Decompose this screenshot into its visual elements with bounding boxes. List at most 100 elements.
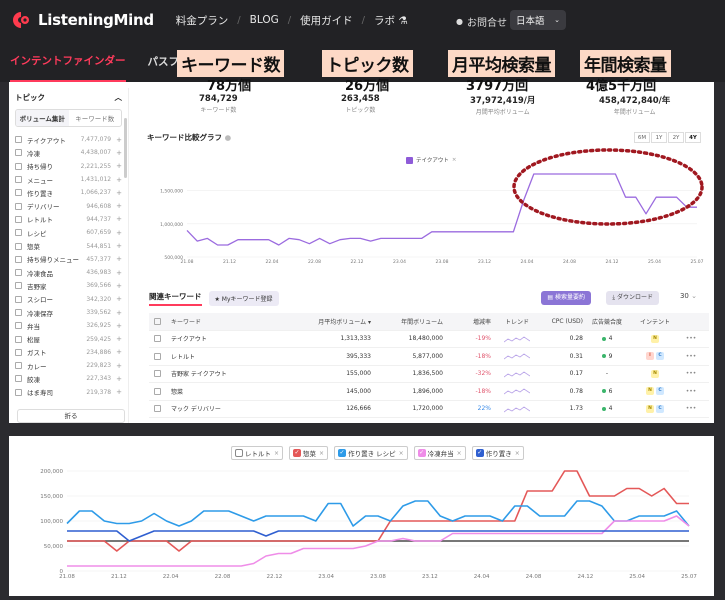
keyword-cell[interactable]: マック デリバリー <box>171 404 299 413</box>
plus-icon[interactable]: + <box>116 215 122 223</box>
plus-icon[interactable]: + <box>116 242 122 250</box>
checkbox[interactable] <box>15 229 22 237</box>
table-row[interactable]: レトルト 395,333 5,877,000 -18% 0.31 9 I C ••• <box>149 348 709 366</box>
plus-icon[interactable]: + <box>116 189 122 197</box>
sidebar-topic-item[interactable]: メニュー 1,431,012 + <box>9 173 128 186</box>
checkbox[interactable] <box>15 388 22 396</box>
checkbox[interactable] <box>15 189 22 197</box>
checkbox[interactable] <box>15 295 22 303</box>
more-icon[interactable]: ••• <box>679 370 703 377</box>
chevron-up-icon[interactable]: ︿ <box>115 92 123 103</box>
sidebar-topic-item[interactable]: 弁当 326,925 + <box>9 319 128 332</box>
checkbox[interactable] <box>15 335 22 343</box>
sidebar-topic-item[interactable]: 作り置き 1,066,237 + <box>9 186 128 199</box>
col-growth[interactable]: 増減率 <box>443 317 491 326</box>
sidebar-topic-item[interactable]: レシピ 607,659 + <box>9 226 128 239</box>
select-all-checkbox[interactable] <box>154 317 161 325</box>
checkbox[interactable] <box>15 215 22 223</box>
sidebar-topic-item[interactable]: 惣菜 544,851 + <box>9 239 128 252</box>
keyword-cell[interactable]: テイクアウト <box>171 334 299 343</box>
nav-blog[interactable]: BLOG <box>250 14 279 26</box>
col-monthly[interactable]: 月平均ボリューム ▾ <box>299 317 371 326</box>
col-competition[interactable]: 広告競合度 <box>583 317 631 326</box>
table-row[interactable]: 惣菜 145,000 1,896,000 -18% 0.78 6 N C ••• <box>149 383 709 401</box>
my-keyword-button[interactable]: ★ Myキーワード登録 <box>208 290 279 306</box>
tab-volume[interactable]: ボリューム集計 <box>16 110 69 126</box>
sidebar-topic-item[interactable]: 冷凍保存 339,562 + <box>9 306 128 319</box>
checkbox[interactable] <box>15 162 22 170</box>
sidebar-topic-item[interactable]: 冷凍 4,438,007 + <box>9 146 128 159</box>
row-checkbox[interactable] <box>154 387 161 395</box>
checkbox[interactable] <box>15 282 22 290</box>
sidebar-topic-item[interactable]: 冷凍食品 436,983 + <box>9 266 128 279</box>
sidebar-topic-item[interactable]: はま寿司 219,378 + <box>9 386 128 399</box>
plus-icon[interactable]: + <box>116 202 122 210</box>
checkbox[interactable] <box>15 242 22 250</box>
checkbox[interactable] <box>15 176 22 184</box>
plus-icon[interactable]: + <box>116 176 122 184</box>
keyword-cell[interactable]: 惣菜 <box>171 387 299 396</box>
sidebar-topic-item[interactable]: 餃凍 227,343 + <box>9 372 128 385</box>
plus-icon[interactable]: + <box>116 282 122 290</box>
logo[interactable]: ListeningMind <box>10 11 154 29</box>
sidebar-topic-item[interactable]: ガスト 234,886 + <box>9 346 128 359</box>
keyword-cell[interactable]: レトルト <box>171 352 299 361</box>
sidebar-topic-item[interactable]: 持ち帰りメニュー 457,377 + <box>9 253 128 266</box>
row-checkbox[interactable] <box>154 370 161 378</box>
checkbox[interactable] <box>15 255 22 263</box>
more-icon[interactable]: ••• <box>679 405 703 412</box>
plus-icon[interactable]: + <box>116 309 122 317</box>
sidebar-scrollbar[interactable] <box>124 118 127 178</box>
row-checkbox[interactable] <box>154 405 161 413</box>
more-icon[interactable]: ••• <box>679 335 703 342</box>
tab-intent-finder[interactable]: インテントファインダー <box>10 40 126 82</box>
plus-icon[interactable]: + <box>116 229 122 237</box>
table-row[interactable]: マック デリバリー 126,666 1,720,000 22% 1.73 4 N C ••• <box>149 401 709 418</box>
language-select[interactable]: 日本語 ⌄ <box>510 10 566 30</box>
page-size-select[interactable]: 30 ⌄ <box>680 292 697 300</box>
checkbox[interactable] <box>15 269 22 277</box>
contact-link[interactable]: ● お問合せ <box>456 14 507 29</box>
checkbox[interactable] <box>15 149 22 157</box>
plus-icon[interactable]: + <box>116 362 122 370</box>
checkbox[interactable] <box>15 348 22 356</box>
table-row[interactable]: テイクアウト 1,313,333 18,480,000 -19% 0.28 4 N ••• <box>149 331 709 348</box>
more-icon[interactable]: ••• <box>679 388 703 395</box>
checkbox[interactable] <box>15 322 22 330</box>
plus-icon[interactable]: + <box>116 295 122 303</box>
sidebar-topic-item[interactable]: レトルト 944,737 + <box>9 213 128 226</box>
plus-icon[interactable]: + <box>116 162 122 170</box>
plus-icon[interactable]: + <box>116 388 122 396</box>
sidebar-topic-item[interactable]: 持ち帰り 2,221,255 + <box>9 160 128 173</box>
sidebar-topic-item[interactable]: カレー 229,823 + <box>9 359 128 372</box>
checkbox[interactable] <box>15 362 22 370</box>
plus-icon[interactable]: + <box>116 269 122 277</box>
summary-button[interactable]: ▤ 検索量要約 <box>541 291 591 305</box>
plus-icon[interactable]: + <box>116 255 122 263</box>
plus-icon[interactable]: + <box>116 136 122 144</box>
download-button[interactable]: ⤓ ダウンロード <box>606 291 659 305</box>
col-cpc[interactable]: CPC (USD) <box>543 318 583 325</box>
checkbox[interactable] <box>15 309 22 316</box>
col-yearly[interactable]: 年間ボリューム <box>371 317 443 326</box>
table-row[interactable]: 吉野家 テイクアウト 155,000 1,836,500 -32% 0.17 - N ••• <box>149 366 709 383</box>
row-checkbox[interactable] <box>154 335 161 343</box>
sidebar-topic-item[interactable]: 松屋 259,425 + <box>9 332 128 345</box>
plus-icon[interactable]: + <box>116 375 122 383</box>
checkbox[interactable] <box>15 375 22 383</box>
nav-lab[interactable]: ラボ ⚗ <box>374 13 408 28</box>
tab-keyword-count[interactable]: キーワード数 <box>69 110 122 126</box>
sidebar-topic-item[interactable]: 吉野家 369,566 + <box>9 279 128 292</box>
sidebar-topic-item[interactable]: デリバリー 946,608 + <box>9 199 128 212</box>
keyword-cell[interactable]: 吉野家 テイクアウト <box>171 369 299 378</box>
row-checkbox[interactable] <box>154 352 161 360</box>
fold-button[interactable]: 折る <box>17 409 125 423</box>
nav-guide[interactable]: 使用ガイド <box>300 13 353 28</box>
nav-pricing[interactable]: 料金プラン <box>176 13 229 28</box>
plus-icon[interactable]: + <box>116 322 122 330</box>
plus-icon[interactable]: + <box>116 149 122 157</box>
plus-icon[interactable]: + <box>116 335 122 343</box>
sidebar-topic-item[interactable]: テイクアウト 7,477,079 + <box>9 133 128 146</box>
sidebar-topic-item[interactable]: スシロー 342,320 + <box>9 293 128 306</box>
plus-icon[interactable]: + <box>116 348 122 356</box>
